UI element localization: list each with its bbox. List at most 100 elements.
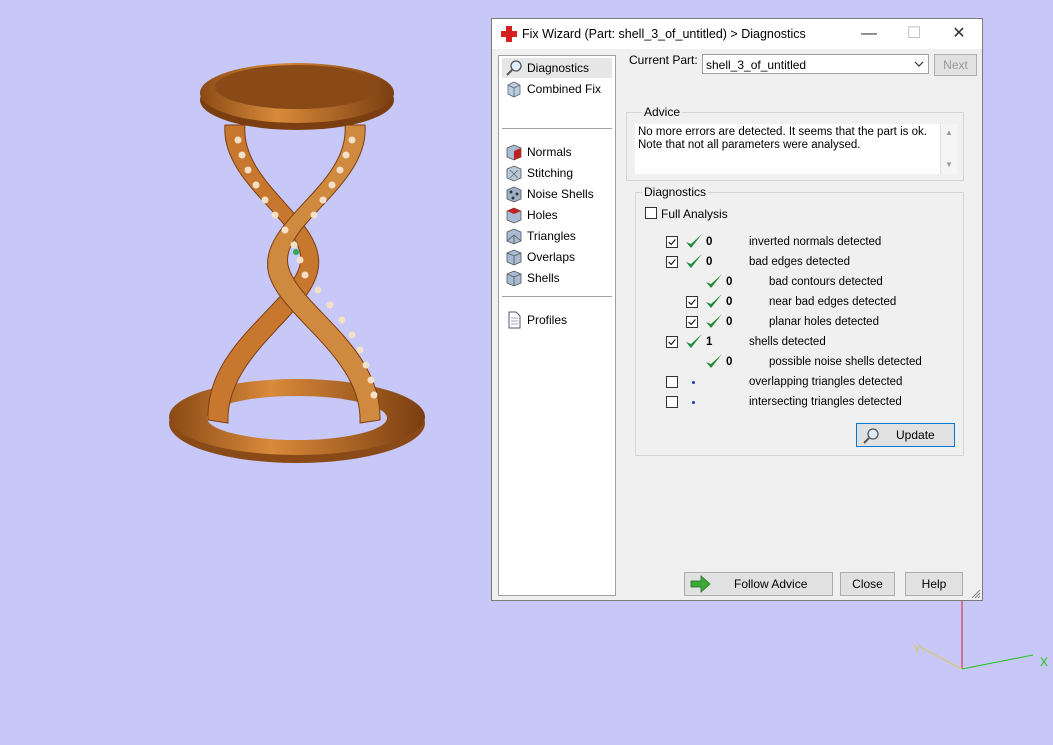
diagnostic-checkbox[interactable] (666, 236, 678, 248)
maximize-icon: ☐ (906, 25, 922, 42)
diagnostic-label: intersecting triangles detected (749, 396, 902, 408)
nav-label: Shells (527, 271, 560, 285)
nav-label: Triangles (527, 229, 576, 243)
diagnostic-label: bad contours detected (769, 276, 883, 288)
nav-item-shells[interactable]: Shells (502, 268, 612, 288)
magnifier-icon (506, 60, 522, 76)
hourglass-model[interactable] (160, 45, 440, 475)
maximize-button[interactable]: ☐ (892, 19, 936, 49)
diagnostic-count: 0 (706, 256, 713, 268)
diagnostic-count: 0 (726, 356, 733, 368)
close-icon: ✕ (952, 25, 966, 42)
noise-shells-cube-icon (506, 186, 522, 203)
checkmark-icon (668, 339, 676, 346)
checkmark-icon (668, 259, 676, 266)
holes-cube-icon (506, 207, 522, 224)
nav-label: Overlaps (527, 250, 576, 264)
diagnostic-label: possible noise shells detected (769, 356, 922, 368)
diagnostic-count: 0 (726, 296, 733, 308)
advice-scrollbar[interactable]: ▲ ▼ (940, 124, 957, 174)
wizard-nav: Diagnostics Combined Fix Normals Stitchi… (498, 55, 616, 596)
checkmark-icon (668, 239, 676, 246)
nav-label: Diagnostics (527, 61, 590, 75)
full-analysis-checkbox[interactable] (645, 207, 657, 219)
current-part-label: Current Part: (629, 53, 698, 67)
chevron-down-icon (914, 61, 924, 67)
nav-item-overlaps[interactable]: Overlaps (502, 247, 612, 267)
red-cross-icon (501, 26, 517, 42)
nav-item-combined-fix[interactable]: Combined Fix (502, 79, 612, 99)
diagnostics-group-title: Diagnostics (642, 185, 709, 199)
checkmark-icon (688, 319, 696, 326)
nav-item-holes[interactable]: Holes (502, 205, 612, 225)
full-analysis-label: Full Analysis (661, 207, 728, 221)
dialog-title: Fix Wizard (Part: shell_3_of_untitled) >… (522, 27, 806, 41)
green-check-icon (706, 354, 722, 368)
nav-item-normals[interactable]: Normals (502, 142, 612, 162)
diagnostic-count: 0 (726, 316, 733, 328)
help-button[interactable]: Help (905, 572, 963, 596)
diagnostic-label: bad edges detected (749, 256, 851, 268)
nav-item-stitching[interactable]: Stitching (502, 163, 612, 183)
pending-dot-icon (692, 381, 695, 384)
nav-label: Noise Shells (527, 187, 594, 201)
scroll-down-icon[interactable]: ▼ (945, 161, 953, 169)
nav-label: Profiles (527, 313, 568, 327)
axis-y-label: Y (913, 642, 921, 656)
diagnostic-checkbox[interactable] (666, 256, 678, 268)
overlaps-cube-icon (506, 249, 522, 266)
advice-text: No more errors are detected. It seems th… (638, 126, 927, 151)
update-label: Update (896, 428, 935, 442)
close-window-button[interactable]: ✕ (937, 19, 981, 49)
current-part-select[interactable]: shell_3_of_untitled (702, 54, 929, 74)
green-check-icon (686, 254, 702, 268)
magnifier-icon (863, 428, 879, 444)
scroll-up-icon[interactable]: ▲ (945, 129, 953, 137)
minimize-button[interactable]: — (847, 19, 891, 49)
pending-dot-icon (692, 401, 695, 404)
combined-fix-icon (507, 81, 521, 98)
green-check-icon (706, 274, 722, 288)
normals-cube-icon (506, 144, 522, 161)
advice-group-title: Advice (642, 105, 683, 119)
fix-wizard-dialog: Fix Wizard (Part: shell_3_of_untitled) >… (491, 18, 983, 601)
nav-item-diagnostics[interactable]: Diagnostics (502, 58, 612, 78)
minimize-icon: — (861, 25, 877, 42)
triangles-cube-icon (506, 228, 522, 245)
nav-item-noise-shells[interactable]: Noise Shells (502, 184, 612, 204)
close-button[interactable]: Close (840, 572, 895, 596)
advice-text-area[interactable]: No more errors are detected. It seems th… (635, 124, 957, 174)
follow-advice-button[interactable]: Follow Advice (684, 572, 833, 596)
diagnostic-checkbox[interactable] (686, 296, 698, 308)
pivot-marker (293, 249, 299, 255)
diagnostic-label: overlapping triangles detected (749, 376, 903, 388)
document-icon (508, 311, 521, 329)
green-check-icon (686, 334, 702, 348)
nav-label: Combined Fix (527, 82, 602, 96)
diagnostic-label: inverted normals detected (749, 236, 882, 248)
nav-label: Normals (527, 145, 572, 159)
nav-label: Stitching (527, 166, 574, 180)
nav-item-profiles[interactable]: Profiles (502, 310, 612, 330)
diagnostic-checkbox[interactable] (666, 376, 678, 388)
title-bar[interactable]: Fix Wizard (Part: shell_3_of_untitled) >… (492, 19, 982, 49)
diagnostic-count: 0 (726, 276, 733, 288)
nav-separator (502, 128, 612, 129)
nav-separator (502, 296, 612, 297)
nav-item-triangles[interactable]: Triangles (502, 226, 612, 246)
resize-grip-icon[interactable] (971, 589, 981, 599)
diagnostic-checkbox[interactable] (666, 396, 678, 408)
shells-cube-icon (506, 270, 522, 287)
nav-label: Holes (527, 208, 558, 222)
checkmark-icon (688, 299, 696, 306)
next-button[interactable]: Next (934, 54, 977, 76)
green-check-icon (706, 294, 722, 308)
arrow-right-icon (690, 575, 711, 593)
diagnostic-checkbox[interactable] (666, 336, 678, 348)
update-button[interactable]: Update (856, 423, 955, 447)
current-part-value: shell_3_of_untitled (706, 58, 807, 72)
diagnostic-checkbox[interactable] (686, 316, 698, 328)
stitching-cube-icon (506, 165, 522, 182)
diagnostic-count: 1 (706, 336, 713, 348)
diagnostic-label: near bad edges detected (769, 296, 897, 308)
